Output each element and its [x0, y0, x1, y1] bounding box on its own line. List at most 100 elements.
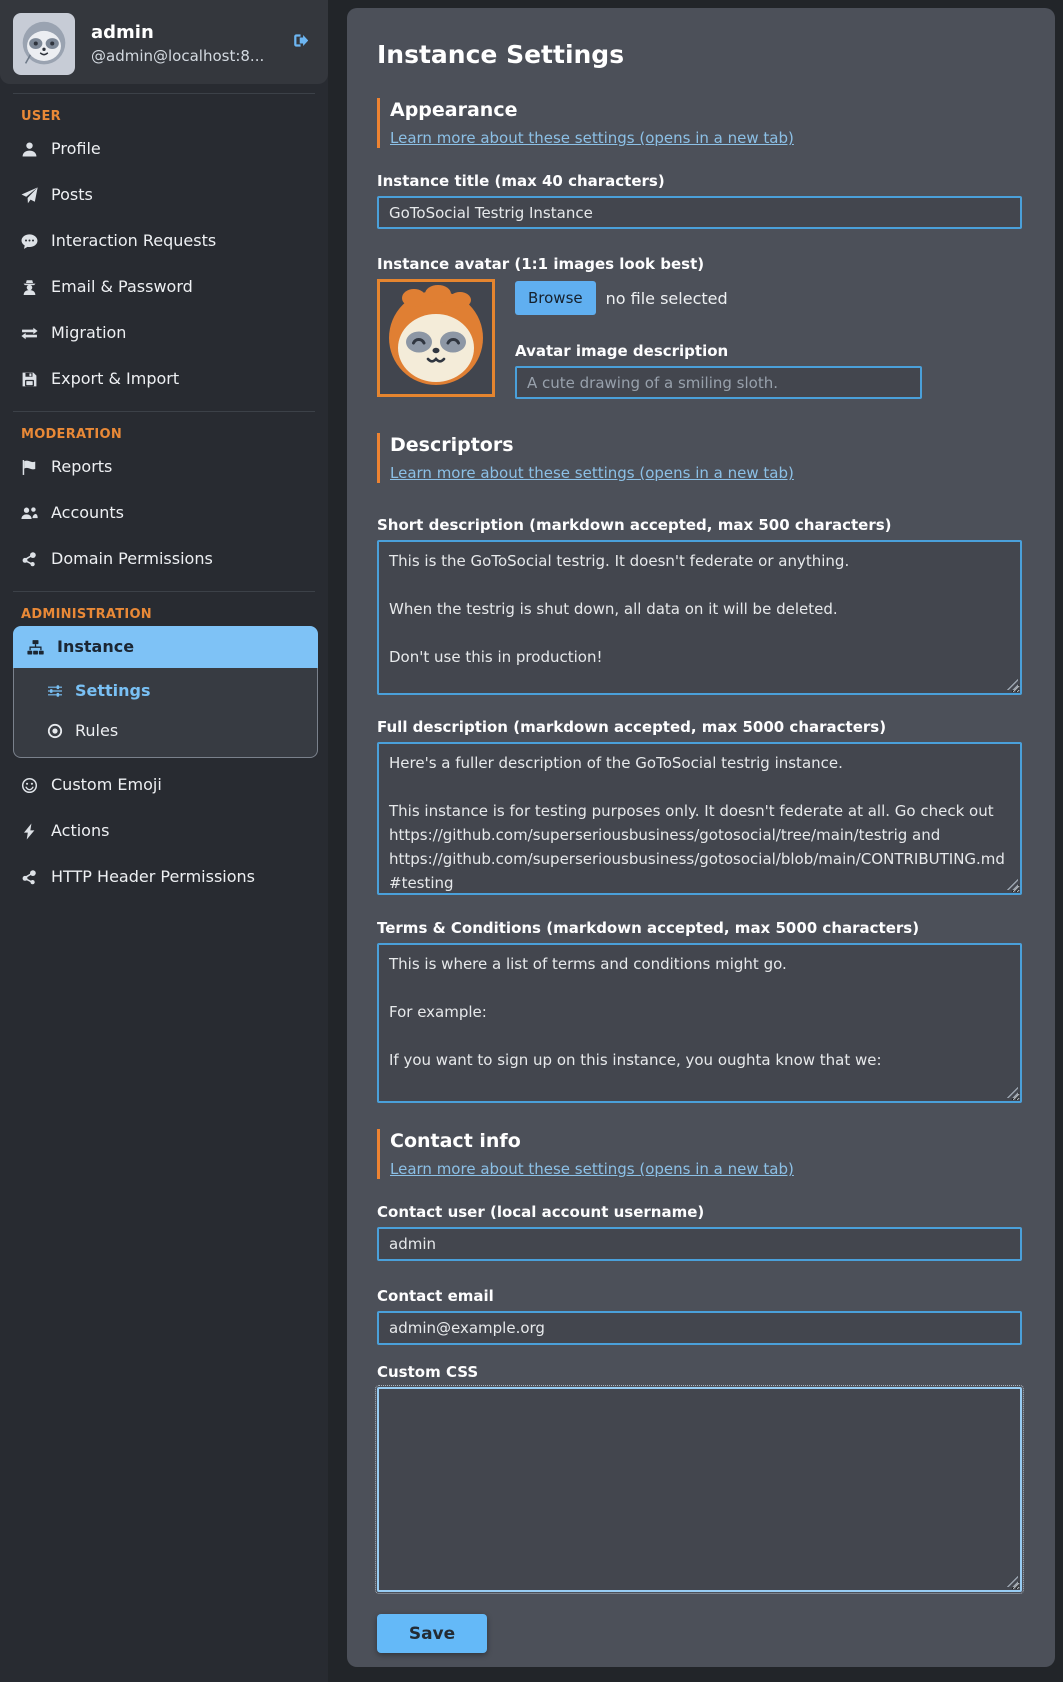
full-description-textarea[interactable] — [377, 742, 1022, 895]
contact-email-input[interactable] — [377, 1311, 1022, 1345]
sidebar-item-interaction-requests[interactable]: Interaction Requests — [0, 218, 328, 264]
sidebar-item-accounts[interactable]: Accounts — [0, 490, 328, 536]
appearance-heading: Appearance — [390, 98, 1022, 123]
sidebar-item-label: Profile — [51, 139, 101, 159]
sidebar-item-label: HTTP Header Permissions — [51, 867, 255, 887]
short-description-textarea[interactable] — [377, 540, 1022, 695]
user-secret-icon — [21, 279, 38, 296]
full-description-label: Full description (markdown accepted, max… — [377, 718, 1022, 737]
sidebar-item-email-password[interactable]: Email & Password — [0, 264, 328, 310]
short-description-label: Short description (markdown accepted, ma… — [377, 516, 1022, 535]
sidebar-item-custom-emoji[interactable]: Custom Emoji — [0, 762, 328, 808]
sidebar: admin @admin@localhost:8... USER Profile… — [0, 0, 328, 1682]
instance-avatar-label: Instance avatar (1:1 images look best) — [377, 255, 1022, 274]
contact-learn-more-link[interactable]: Learn more about these settings (opens i… — [390, 1159, 794, 1179]
sloth-avatar-gray-icon — [13, 13, 75, 75]
appearance-section-header: Appearance Learn more about these settin… — [377, 98, 1022, 148]
instance-settings-panel: Instance Settings Appearance Learn more … — [347, 8, 1055, 1667]
nav-section-title-administration: ADMINISTRATION — [21, 607, 328, 622]
sidebar-item-label: Rules — [75, 721, 118, 741]
sidebar-item-http-header-permissions[interactable]: HTTP Header Permissions — [0, 854, 328, 900]
descriptors-heading: Descriptors — [390, 433, 1022, 458]
floppy-disk-icon — [21, 371, 38, 388]
sidebar-item-settings[interactable]: Settings — [14, 671, 317, 711]
bolt-icon — [21, 823, 38, 840]
descriptors-section-header: Descriptors Learn more about these setti… — [377, 433, 1022, 483]
full-description-field: Full description (markdown accepted, max… — [377, 718, 1022, 895]
contact-user-label: Contact user (local account username) — [377, 1203, 1022, 1222]
instance-nav-block: Instance Settings Rules — [13, 626, 318, 758]
sidebar-item-label: Email & Password — [51, 277, 193, 297]
paper-plane-icon — [21, 187, 38, 204]
sidebar-item-actions[interactable]: Actions — [0, 808, 328, 854]
sidebar-divider — [13, 411, 315, 412]
sidebar-item-label: Migration — [51, 323, 126, 343]
sidebar-item-label: Settings — [75, 681, 151, 701]
sidebar-item-posts[interactable]: Posts — [0, 172, 328, 218]
sidebar-divider — [13, 93, 315, 94]
sidebar-item-label: Posts — [51, 185, 93, 205]
terms-textarea[interactable] — [377, 943, 1022, 1103]
sidebar-item-label: Custom Emoji — [51, 775, 162, 795]
contact-section-header: Contact info Learn more about these sett… — [377, 1129, 1022, 1179]
sloth-avatar-orange-icon — [380, 282, 492, 394]
sidebar-item-domain-permissions[interactable]: Domain Permissions — [0, 536, 328, 582]
terms-field: Terms & Conditions (markdown accepted, m… — [377, 919, 1022, 1103]
short-description-field: Short description (markdown accepted, ma… — [377, 516, 1022, 695]
sidebar-item-reports[interactable]: Reports — [0, 444, 328, 490]
user-handle: @admin@localhost:8... — [91, 46, 264, 66]
sidebar-item-label: Domain Permissions — [51, 549, 213, 569]
exchange-arrows-icon — [21, 325, 38, 342]
instance-children-panel: Settings Rules — [13, 668, 318, 758]
avatar-row: Browse no file selected Avatar image des… — [377, 279, 1022, 399]
sidebar-item-export-import[interactable]: Export & Import — [0, 356, 328, 402]
sitemap-icon — [27, 639, 44, 656]
comment-dots-icon — [21, 233, 38, 250]
sliders-icon — [47, 683, 63, 699]
descriptors-learn-more-link[interactable]: Learn more about these settings (opens i… — [390, 463, 794, 483]
contact-user-input[interactable] — [377, 1227, 1022, 1261]
custom-css-label: Custom CSS — [377, 1363, 1022, 1382]
contact-email-field: Contact email — [377, 1287, 1022, 1345]
sidebar-item-profile[interactable]: Profile — [0, 126, 328, 172]
sidebar-item-instance[interactable]: Instance — [13, 626, 318, 668]
contact-email-label: Contact email — [377, 1287, 1022, 1306]
sidebar-item-rules[interactable]: Rules — [14, 711, 317, 751]
save-button[interactable]: Save — [377, 1614, 487, 1653]
instance-avatar-image — [377, 279, 495, 397]
share-nodes-icon — [21, 869, 38, 886]
sign-out-icon — [291, 32, 308, 49]
smiley-face-icon — [21, 777, 38, 794]
user-card[interactable]: admin @admin@localhost:8... — [0, 0, 328, 84]
share-nodes-icon — [21, 551, 38, 568]
user-icon — [21, 141, 38, 158]
logout-button[interactable] — [291, 32, 308, 49]
custom-css-textarea[interactable] — [377, 1387, 1022, 1592]
sidebar-item-label: Actions — [51, 821, 109, 841]
instance-avatar-field: Instance avatar (1:1 images look best) — [377, 255, 1022, 399]
custom-css-field: Custom CSS — [377, 1363, 1022, 1592]
sidebar-item-label: Instance — [57, 637, 134, 657]
nav-section-title-moderation: MODERATION — [21, 427, 328, 442]
browse-button[interactable]: Browse — [515, 281, 596, 315]
flag-icon — [21, 459, 38, 476]
avatar-description-input[interactable] — [515, 366, 922, 399]
sidebar-item-label: Reports — [51, 457, 112, 477]
contact-heading: Contact info — [390, 1129, 1022, 1154]
sidebar-item-migration[interactable]: Migration — [0, 310, 328, 356]
sidebar-item-label: Export & Import — [51, 369, 179, 389]
file-input-row: Browse no file selected — [515, 281, 922, 315]
instance-title-input[interactable] — [377, 196, 1022, 229]
user-meta: admin @admin@localhost:8... — [91, 21, 264, 66]
avatar-controls: Browse no file selected Avatar image des… — [515, 279, 922, 399]
instance-title-field: Instance title (max 40 characters) — [377, 172, 1022, 229]
avatar-description-label: Avatar image description — [515, 342, 922, 361]
no-file-selected-text: no file selected — [606, 289, 728, 308]
appearance-learn-more-link[interactable]: Learn more about these settings (opens i… — [390, 128, 794, 148]
user-avatar — [13, 13, 75, 75]
contact-user-field: Contact user (local account username) — [377, 1203, 1022, 1261]
sidebar-item-label: Accounts — [51, 503, 124, 523]
users-icon — [21, 505, 38, 522]
terms-label: Terms & Conditions (markdown accepted, m… — [377, 919, 1022, 938]
instance-title-label: Instance title (max 40 characters) — [377, 172, 1022, 191]
